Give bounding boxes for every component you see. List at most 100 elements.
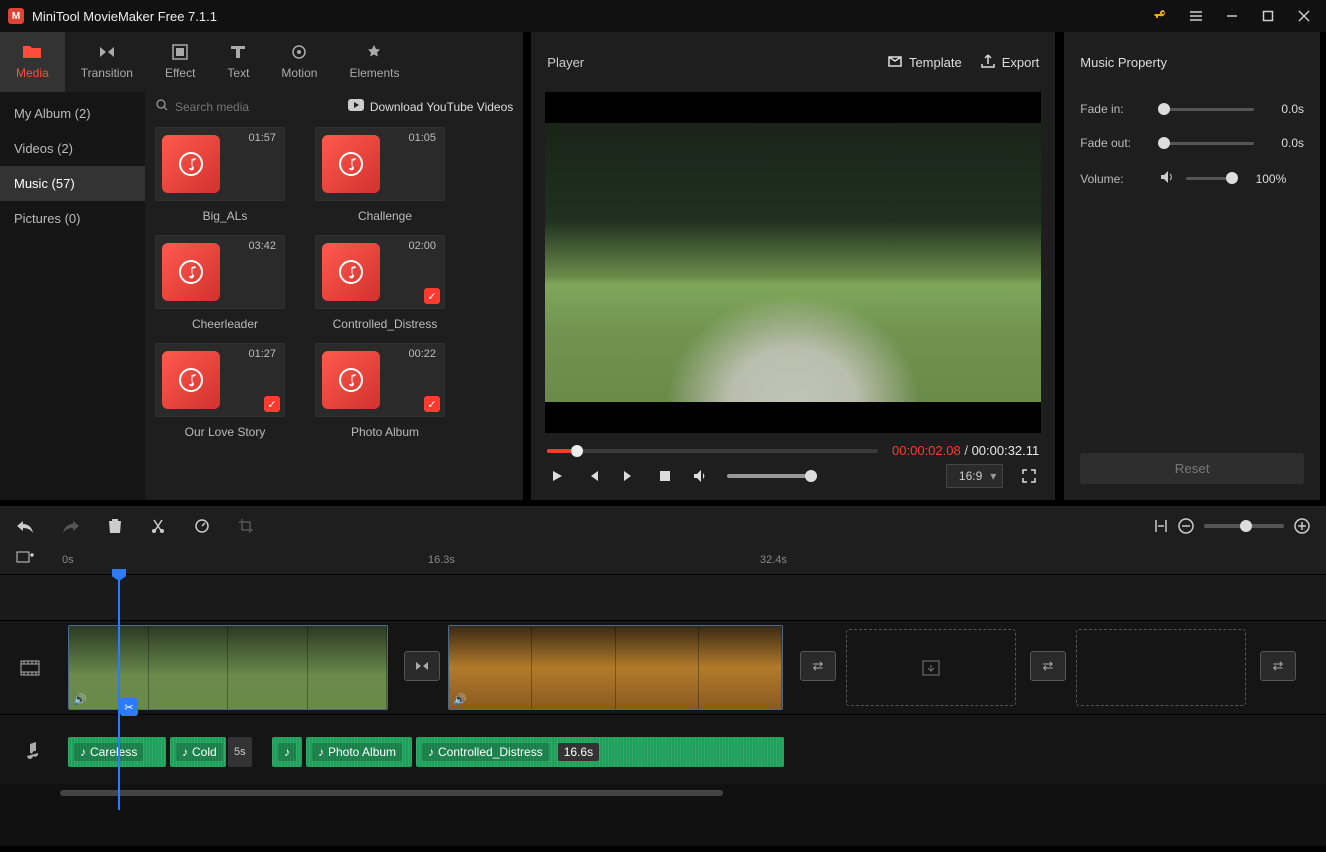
split-button[interactable] [150,518,166,534]
fade-out-label: Fade out: [1080,136,1150,150]
tab-motion[interactable]: Motion [265,32,333,92]
aspect-ratio-select[interactable]: 16:9 [946,464,1003,488]
zoom-fit-button[interactable] [1154,518,1168,534]
sidebar-item-videos[interactable]: Videos (2) [0,131,145,166]
sidebar-item-my-album[interactable]: My Album (2) [0,96,145,131]
cut-marker-icon[interactable]: ✂ [120,698,138,716]
time-current: 00:00:02.08 [892,443,961,458]
property-panel-title: Music Property [1064,32,1320,92]
check-icon: ✓ [264,396,280,412]
fullscreen-button[interactable] [1019,466,1039,486]
audio-track[interactable]: ♪ Careless ♪ Cold 5s ♪ ♪ Photo Album ♪ C… [60,715,1326,784]
player-title: Player [547,55,869,70]
zoom-out-button[interactable] [1178,518,1194,534]
drop-slot-2[interactable] [1076,629,1246,706]
media-name: Challenge [315,209,455,223]
zoom-slider[interactable] [1204,524,1284,528]
maximize-button[interactable] [1254,2,1282,30]
next-frame-button[interactable] [619,466,639,486]
video-clip-1[interactable]: 🔊 [68,625,388,710]
fade-out-slider[interactable] [1160,142,1254,145]
search-input[interactable] [175,100,285,114]
transition-slot-1[interactable] [404,651,440,681]
media-name: Controlled_Distress [315,317,455,331]
media-duration: 02:00 [408,240,436,252]
sidebar-item-pictures[interactable]: Pictures (0) [0,201,145,236]
timeline-scrollbar[interactable] [60,788,1266,798]
sidebar-item-music[interactable]: Music (57) [0,166,145,201]
transition-slot-4[interactable]: ⇄ [1260,651,1296,681]
tab-media[interactable]: Media [0,32,65,92]
volume-slider[interactable] [727,474,817,478]
music-icon [162,135,220,193]
minimize-button[interactable] [1218,2,1246,30]
app-title: MiniTool MovieMaker Free 7.1.1 [32,9,1138,24]
music-icon [322,243,380,301]
media-item[interactable]: 01:27✓Our Love Story [155,343,295,439]
media-duration: 01:57 [248,132,276,144]
audio-clip-controlled-distress[interactable]: ♪ Controlled_Distress16.6s [416,737,784,767]
ruler-mark-0: 0s [62,554,74,566]
transition-slot-2[interactable]: ⇄ [800,651,836,681]
undo-button[interactable] [16,519,34,533]
tab-effect[interactable]: Effect [149,32,211,92]
media-item[interactable]: 00:22✓Photo Album [315,343,455,439]
volume-label: Volume: [1080,172,1150,186]
upgrade-key-icon[interactable] [1146,2,1174,30]
fade-in-slider[interactable] [1160,108,1254,111]
ruler-mark-2: 32.4s [760,554,787,566]
audio-clip-unnamed[interactable]: ♪ [272,737,302,767]
volume-prop-slider[interactable] [1186,177,1236,180]
media-item[interactable]: 01:57 Big_ALs [155,127,295,223]
video-track[interactable]: 🔊 ✂ 🔊 ⇄ ⇄ ⇄ [60,621,1326,714]
transition-slot-3[interactable]: ⇄ [1030,651,1066,681]
media-name: Cheerleader [155,317,295,331]
fade-in-value: 0.0s [1264,102,1304,116]
reset-button[interactable]: Reset [1080,453,1304,484]
media-name: Our Love Story [155,425,295,439]
app-logo: M [8,8,24,24]
audio-track-icon [0,715,60,784]
media-duration: 01:05 [408,132,436,144]
delete-button[interactable] [108,518,122,534]
video-clip-2[interactable]: 🔊 [448,625,783,710]
media-name: Big_ALs [155,209,295,223]
stop-button[interactable] [655,466,675,486]
zoom-in-button[interactable] [1294,518,1310,534]
close-button[interactable] [1290,2,1318,30]
tab-elements[interactable]: Elements [333,32,415,92]
drop-slot-1[interactable] [846,629,1016,706]
speed-button[interactable] [194,518,210,534]
media-name: Photo Album [315,425,455,439]
playhead[interactable] [118,570,120,810]
volume-prop-icon[interactable] [1160,170,1176,187]
template-button[interactable]: Template [887,53,962,72]
redo-button[interactable] [62,519,80,533]
download-youtube-link[interactable]: Download YouTube Videos [348,99,513,114]
title-track[interactable] [60,575,1326,620]
check-icon: ✓ [424,288,440,304]
menu-icon[interactable] [1182,2,1210,30]
music-icon [322,351,380,409]
media-item[interactable]: 02:00 ✓ Controlled_Distress [315,235,455,331]
music-icon [162,243,220,301]
clip-audio-icon: 🔊 [73,693,87,706]
media-item[interactable]: 03:42 Cheerleader [155,235,295,331]
crop-button[interactable] [238,518,254,534]
play-button[interactable] [547,466,567,486]
volume-icon[interactable] [691,466,711,486]
media-duration: 03:42 [248,240,276,252]
audio-clip-photo-album[interactable]: ♪ Photo Album [306,737,412,767]
seek-bar[interactable] [547,449,878,453]
add-track-button[interactable] [16,549,34,568]
music-icon [322,135,380,193]
audio-clip-careless[interactable]: ♪ Careless [68,737,166,767]
search-icon [155,98,169,115]
media-item[interactable]: 01:05 Challenge [315,127,455,223]
audio-clip-cold[interactable]: ♪ Cold [170,737,226,767]
export-button[interactable]: Export [980,53,1040,72]
tab-text[interactable]: Text [211,32,265,92]
template-icon [887,53,903,72]
prev-frame-button[interactable] [583,466,603,486]
tab-transition[interactable]: Transition [65,32,149,92]
